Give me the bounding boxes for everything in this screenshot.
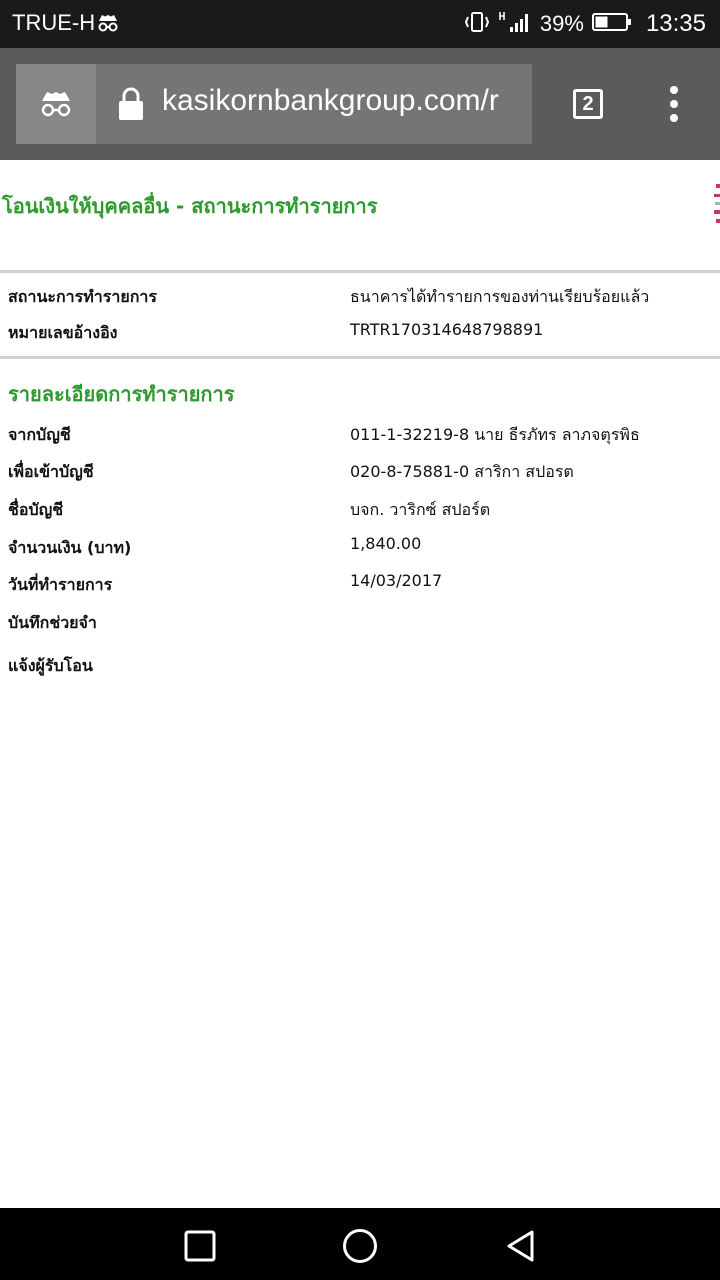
carrier-name: TRUE-H: [12, 10, 96, 35]
reference-label: หมายเลขอ้างอิง: [8, 323, 118, 342]
tab-switcher-icon[interactable]: 2: [573, 89, 603, 119]
overflow-menu-icon[interactable]: [660, 86, 688, 122]
tab-switcher-button[interactable]: 2: [570, 86, 606, 122]
divider: [0, 270, 720, 273]
transaction-date-value: 14/03/2017: [350, 571, 443, 590]
incognito-icon[interactable]: [16, 64, 96, 144]
bank-logo-icon: [714, 182, 720, 226]
transaction-date-label: วันที่ทำรายการ: [8, 575, 113, 594]
amount-value: 1,840.00: [350, 534, 422, 553]
account-name-label: ชื่อบัญชี: [8, 500, 64, 519]
clock: 13:35: [645, 10, 706, 37]
signal-icon: [498, 10, 532, 39]
home-icon[interactable]: [338, 1224, 382, 1268]
url-text[interactable]: kasikornbankgroup.com/r: [162, 84, 524, 118]
reference-value: TRTR170314648798891: [350, 320, 544, 339]
vibrate-icon: [464, 11, 490, 38]
page-title: โอนเงินให้บุคคลอื่น - สถานะการทำรายการ: [2, 194, 378, 218]
divider: [0, 356, 720, 359]
browser-toolbar: kasikornbankgroup.com/r 2: [0, 48, 720, 160]
status-value: ธนาคารได้ทำรายการของท่านเรียบร้อยแล้ว: [350, 287, 650, 306]
back-icon[interactable]: [498, 1224, 542, 1268]
memo-label: บันทึกช่วยจำ: [8, 613, 97, 632]
amount-label: จำนวนเงิน (บาท): [8, 538, 132, 557]
from-account-label: จากบัญชี: [8, 425, 71, 444]
lock-icon: [116, 86, 146, 126]
omnibox[interactable]: kasikornbankgroup.com/r: [16, 64, 532, 144]
recents-icon[interactable]: [178, 1224, 222, 1268]
battery-icon: [591, 11, 632, 38]
navigation-bar: [0, 1208, 720, 1280]
notify-recipient-label: แจ้งผู้รับโอน: [8, 656, 93, 675]
incognito-notification-icon: [96, 12, 120, 38]
to-account-value: 020-8-75881-0 สาริกา สปอรต: [350, 462, 574, 481]
account-name-value: บจก. วาริกซ์ สปอร์ต: [350, 500, 491, 519]
to-account-label: เพื่อเข้าบัญชี: [8, 462, 94, 481]
battery-percentage: 39%: [539, 11, 584, 36]
from-account-value: 011-1-32219-8 นาย ธีรภัทร ลาภจตุรพิธ: [350, 425, 640, 444]
status-label: สถานะการทำรายการ: [8, 287, 157, 306]
details-heading: รายละเอียดการทำรายการ: [8, 382, 235, 406]
status-bar: TRUE-H 39% 13:35: [0, 0, 720, 48]
